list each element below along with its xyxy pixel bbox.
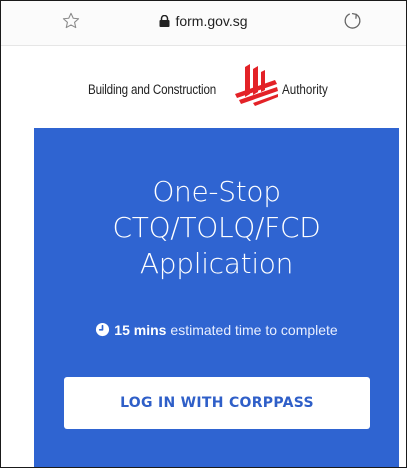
clock-icon bbox=[96, 322, 110, 337]
form-title-line: Application bbox=[139, 247, 294, 280]
site-header: Building and Construction Authority bbox=[1, 46, 406, 127]
form-title-line: One-Stop bbox=[152, 175, 281, 208]
reload-icon[interactable] bbox=[342, 10, 364, 32]
estimate-value: 15 mins bbox=[114, 322, 167, 338]
phone-screen: form.gov.sg Building and Construction Au… bbox=[0, 0, 407, 468]
estimated-time: 15 mins estimated time to complete bbox=[34, 322, 399, 338]
bca-logo[interactable]: Building and Construction Authority bbox=[88, 62, 348, 112]
form-title-line: CTQ/TOLQ/FCD bbox=[112, 211, 321, 244]
form-title: One-Stop CTQ/TOLQ/FCD Application bbox=[34, 174, 399, 282]
url-text: form.gov.sg bbox=[175, 13, 248, 29]
bca-logo-mark-icon bbox=[235, 64, 278, 106]
estimate-text: estimated time to complete bbox=[170, 322, 338, 338]
logo-text-right: Authority bbox=[282, 82, 328, 97]
lock-icon bbox=[159, 15, 170, 27]
hero-panel: One-Stop CTQ/TOLQ/FCD Application 15 min… bbox=[34, 128, 399, 467]
login-corppass-button[interactable]: LOG IN WITH CORPPASS bbox=[64, 377, 370, 429]
browser-address-bar: form.gov.sg bbox=[1, 1, 406, 46]
logo-text-left: Building and Construction bbox=[88, 82, 217, 97]
